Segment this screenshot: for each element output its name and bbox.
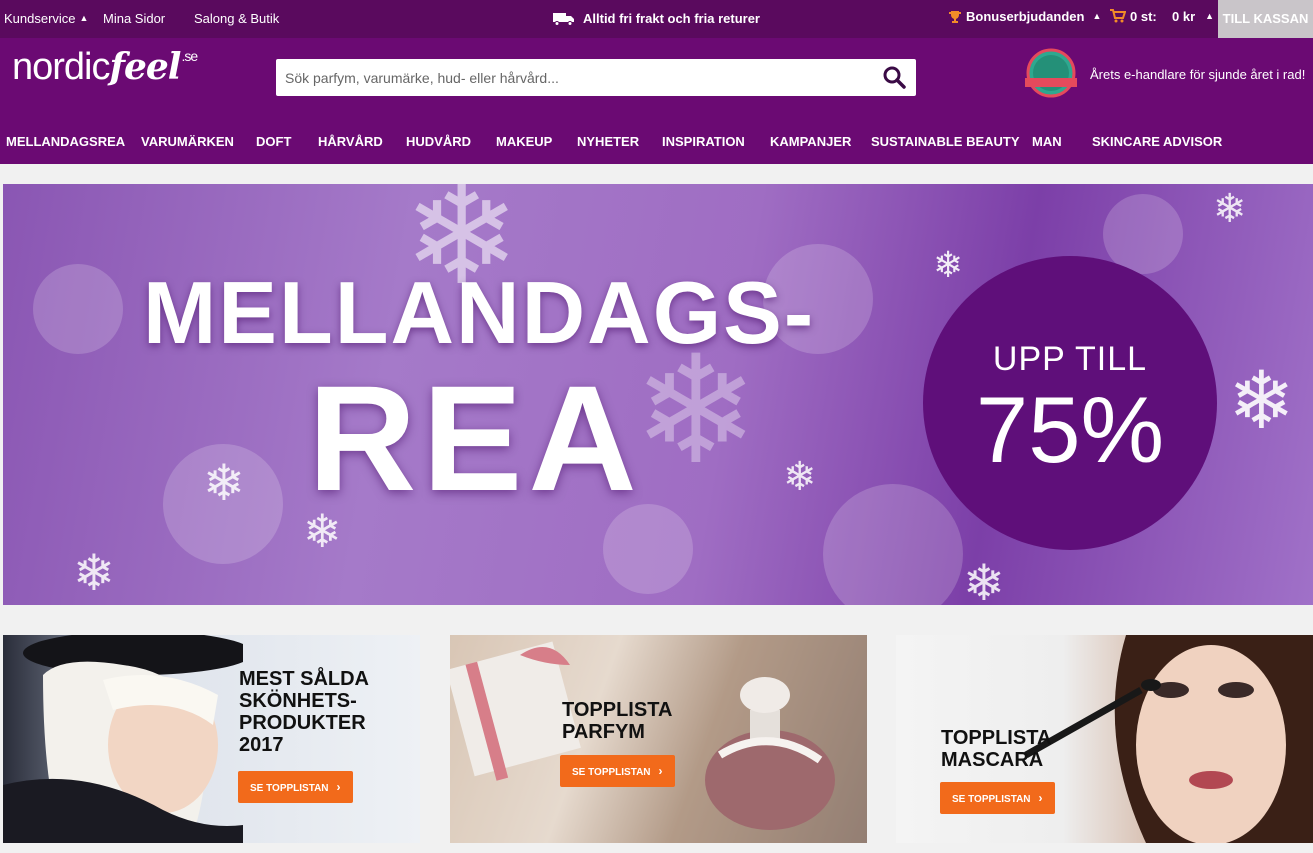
tile-title: TOPPLISTA PARFYM (562, 699, 672, 743)
tile-title-line: MASCARA (941, 749, 1044, 771)
nav-item-kampanjer[interactable]: KAMPANJER (770, 134, 851, 149)
salon-link[interactable]: Salong & Butik (194, 11, 279, 26)
discount-circle: UPP TILL 75% (923, 256, 1217, 550)
nav-item-inspiration[interactable]: INSPIRATION (662, 134, 745, 149)
nav-item-man[interactable]: MAN (1032, 134, 1062, 149)
discount-value: 75% (975, 377, 1165, 482)
snowflake-icon: ❄ (783, 455, 817, 499)
logo-nordic: nordic (12, 46, 110, 88)
chevron-right-icon: › (658, 764, 663, 778)
search-box (276, 59, 916, 96)
snowflake-icon: ❄ (963, 555, 1005, 605)
tile-title-line: PRODUKTER (239, 712, 366, 734)
bonus-label: Bonuserbjudanden (966, 9, 1085, 24)
promo-tile-perfume[interactable]: TOPPLISTA PARFYM SE TOPPLISTAN › (450, 635, 867, 843)
award-text: Årets e-handlare för sjunde året i rad! (1090, 67, 1306, 82)
promo-label: Alltid fri frakt och fria returer (583, 11, 760, 26)
bonus-offers-link[interactable]: Bonuserbjudanden ▲ (948, 9, 1101, 24)
tile-title-line: MEST SÅLDA (239, 668, 369, 690)
site-header: nordicfeel.se Årets e-handlare för sjund… (0, 38, 1313, 164)
chevron-up-icon: ▲ (79, 13, 89, 23)
tile-title: TOPPLISTA MASCARA (941, 727, 1051, 771)
see-toplist-button[interactable]: SE TOPPLISTAN › (238, 771, 353, 803)
logo-feel: feel (109, 46, 182, 88)
truck-icon (553, 13, 574, 26)
nav-item-harvard[interactable]: HÅRVÅRD (318, 134, 383, 149)
model-illustration (3, 635, 243, 843)
pricerunner-award-badge (1025, 48, 1077, 98)
button-label: SE TOPPLISTAN (572, 767, 651, 778)
nav-item-mellandagsrea[interactable]: MELLANDAGSREA (6, 134, 125, 149)
trophy-icon (949, 11, 961, 23)
see-toplist-button[interactable]: SE TOPPLISTAN › (560, 755, 675, 787)
promo-tile-mascara[interactable]: TOPPLISTA MASCARA SE TOPPLISTAN › (896, 635, 1313, 843)
discount-prefix: UPP TILL (992, 340, 1148, 378)
bokeh-decoration (823, 484, 963, 605)
cart-icon (1110, 9, 1127, 23)
logo-tld: .se (181, 48, 198, 64)
promo-tile-bestsellers[interactable]: MEST SÅLDA SKÖNHETS- PRODUKTER 2017 SE T… (3, 635, 420, 843)
chevron-right-icon: › (1038, 791, 1043, 805)
free-shipping-promo: Alltid fri frakt och fria returer (553, 11, 760, 26)
button-label: SE TOPPLISTAN (250, 783, 329, 794)
nav-item-hudvard[interactable]: HUDVÅRD (406, 134, 471, 149)
tile-title-line: 2017 (239, 734, 284, 756)
search-icon[interactable] (882, 65, 906, 89)
tile-title-line: TOPPLISTA (941, 727, 1052, 749)
tile-title: MEST SÅLDA SKÖNHETS- PRODUKTER 2017 (239, 668, 369, 756)
snowflake-icon: ❄ (933, 244, 964, 285)
tile-title-line: PARFYM (562, 721, 645, 743)
top-bar: Kundservice ▲ Mina Sidor Salong & Butik A… (0, 0, 1313, 38)
main-nav: MELLANDAGSREA VARUMÄRKEN DOFT HÅRVÅRD HU… (0, 134, 1313, 164)
see-toplist-button[interactable]: SE TOPPLISTAN › (940, 782, 1055, 814)
snowflake-icon: ❄ (1228, 356, 1296, 445)
snowflake-icon: ❄ (73, 545, 115, 601)
cart-sum[interactable]: 0 kr ▲ (1172, 9, 1214, 24)
bokeh-decoration (1103, 194, 1183, 274)
nav-item-skincare-advisor[interactable]: SKINCARE ADVISOR (1092, 134, 1222, 149)
nav-item-nyheter[interactable]: NYHETER (577, 134, 639, 149)
bokeh-decoration (33, 264, 123, 354)
my-pages-link[interactable]: Mina Sidor (103, 11, 165, 26)
snowflake-icon: ❄ (203, 455, 245, 511)
hero-headline-line1: MELLANDAGS- (143, 263, 816, 362)
chevron-up-icon: ▲ (1092, 11, 1102, 21)
checkout-button[interactable]: TILL KASSAN (1218, 0, 1313, 38)
button-label: SE TOPPLISTAN (952, 794, 1031, 805)
nav-item-varumarken[interactable]: VARUMÄRKEN (141, 134, 234, 149)
logo[interactable]: nordicfeel.se (12, 46, 198, 89)
hero-headline-line2: REA (308, 354, 643, 522)
customer-service-link[interactable]: Kundservice ▲ (4, 11, 88, 26)
tile-title-line: SKÖNHETS- (239, 690, 357, 712)
cart-sum-label: 0 kr (1172, 9, 1196, 24)
cart-count: 0 st: (1130, 9, 1157, 24)
nav-item-makeup[interactable]: MAKEUP (496, 134, 552, 149)
search-input[interactable] (276, 59, 866, 96)
customer-service-label: Kundservice (4, 11, 76, 26)
chevron-up-icon: ▲ (1205, 11, 1215, 21)
snowflake-icon: ❄ (1213, 187, 1247, 231)
chevron-right-icon: › (336, 780, 341, 794)
nav-item-sustainable-beauty[interactable]: SUSTAINABLE BEAUTY (871, 134, 1020, 149)
cart-link[interactable]: 0 st: (1110, 9, 1157, 24)
hero-banner[interactable]: ❄ ❄ ❄ ❄ ❄ ❄ ❄ ❄ ❄ ❄ MELLANDAGS- REA UPP … (3, 184, 1313, 605)
nav-item-doft[interactable]: DOFT (256, 134, 291, 149)
tile-title-line: TOPPLISTA (562, 699, 673, 721)
